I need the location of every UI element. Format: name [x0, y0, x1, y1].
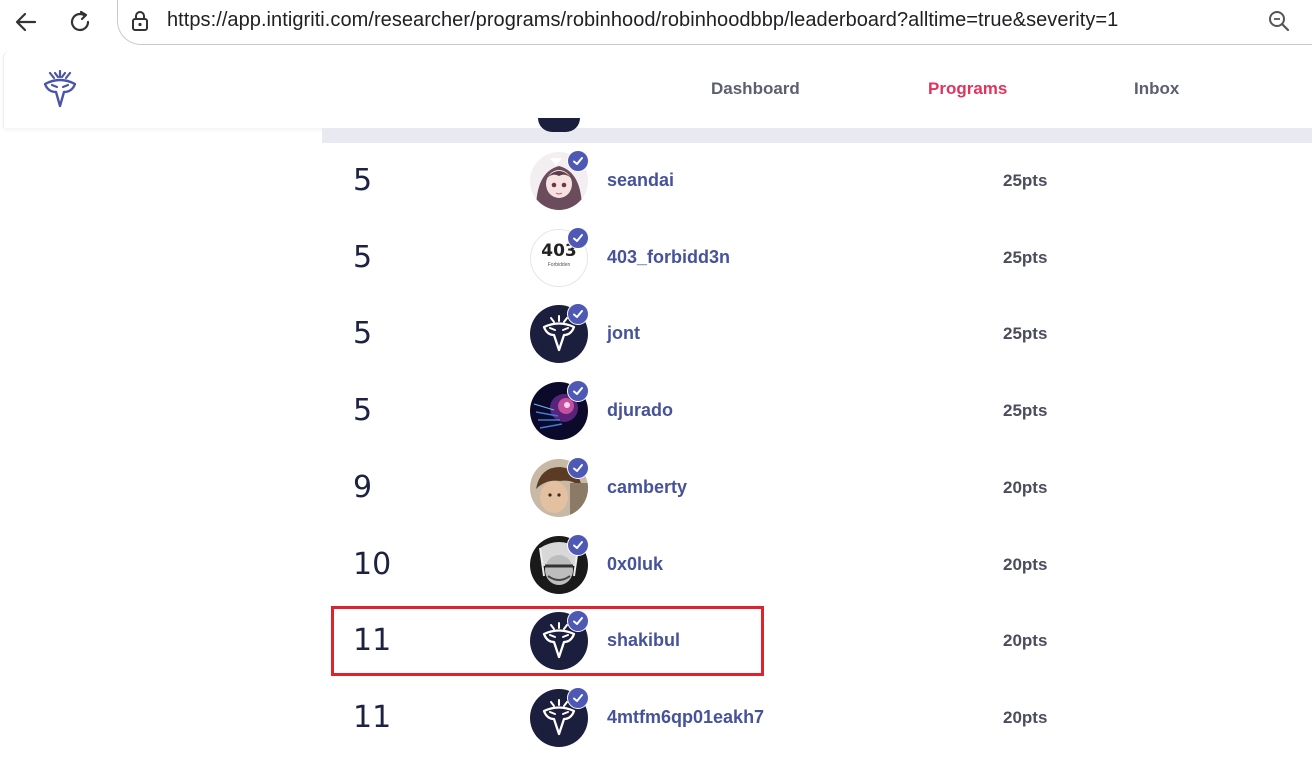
username-link[interactable]: jont [607, 323, 640, 344]
leaderboard-row: 5 seandai 25pts [322, 143, 1312, 219]
verified-badge-icon [567, 303, 589, 325]
points: 25pts [1003, 401, 1048, 420]
verified-badge-icon [567, 227, 589, 249]
intigriti-logo-icon[interactable] [42, 70, 78, 108]
username-link[interactable]: 403_forbidd3n [607, 247, 730, 268]
username-link[interactable]: shakibul [607, 630, 680, 651]
avatar-403-small: Forbidden [547, 262, 571, 268]
points: 25pts [1003, 324, 1048, 343]
nav-programs[interactable]: Programs [928, 79, 1007, 99]
lock-icon[interactable] [130, 10, 150, 32]
rank: 11 [353, 623, 392, 658]
points: 20pts [1003, 708, 1048, 727]
browser-toolbar: https://app.intigriti.com/researcher/pro… [0, 0, 1312, 45]
verified-badge-icon [567, 380, 589, 402]
leaderboard-row: 10 0x0luk 20pts [322, 527, 1312, 603]
nav-dashboard[interactable]: Dashboard [711, 79, 800, 99]
magnifier-icon[interactable] [1267, 9, 1291, 33]
username-link[interactable]: djurado [607, 400, 673, 421]
rank: 5 [353, 163, 373, 198]
verified-badge-icon [567, 610, 589, 632]
leaderboard-row: 5 jont 25pts [322, 296, 1312, 372]
app-header: Dashboard Programs Inbox [3, 50, 1312, 128]
username-link[interactable]: 4mtfm6qp01eakh7 [607, 707, 764, 728]
leaderboard-row-highlighted: 11 shakibul 20pts [322, 603, 1312, 679]
scrolled-row-band [322, 128, 1312, 143]
verified-badge-icon [567, 457, 589, 479]
rank: 9 [353, 470, 373, 505]
points: 20pts [1003, 555, 1048, 574]
back-button[interactable] [8, 4, 44, 40]
reload-icon [70, 10, 90, 32]
url-text[interactable]: https://app.intigriti.com/researcher/pro… [167, 9, 1118, 32]
rank: 5 [353, 393, 373, 428]
leaderboard-row: 9 camberty 20pts [322, 450, 1312, 526]
leaderboard-row: 5 403 Forbidden 403_forbidd3n 25pts [322, 220, 1312, 296]
points: 25pts [1003, 248, 1048, 267]
arrow-left-icon [15, 12, 37, 32]
rank: 11 [353, 700, 392, 735]
username-link[interactable]: seandai [607, 170, 674, 191]
verified-badge-icon [567, 150, 589, 172]
points: 25pts [1003, 171, 1048, 190]
rank: 10 [353, 547, 392, 582]
leaderboard-row: 5 djurado 25pts [322, 373, 1312, 449]
username-link[interactable]: camberty [607, 477, 687, 498]
nav-inbox[interactable]: Inbox [1134, 79, 1179, 99]
leaderboard-row: 11 4mtfm6qp01eakh7 20pts [322, 680, 1312, 756]
username-link[interactable]: 0x0luk [607, 554, 663, 575]
rank: 5 [353, 240, 373, 275]
points: 20pts [1003, 631, 1048, 650]
verified-badge-icon [567, 687, 589, 709]
points: 20pts [1003, 478, 1048, 497]
reload-button[interactable] [62, 4, 98, 40]
rank: 5 [353, 316, 373, 351]
verified-badge-icon [567, 534, 589, 556]
